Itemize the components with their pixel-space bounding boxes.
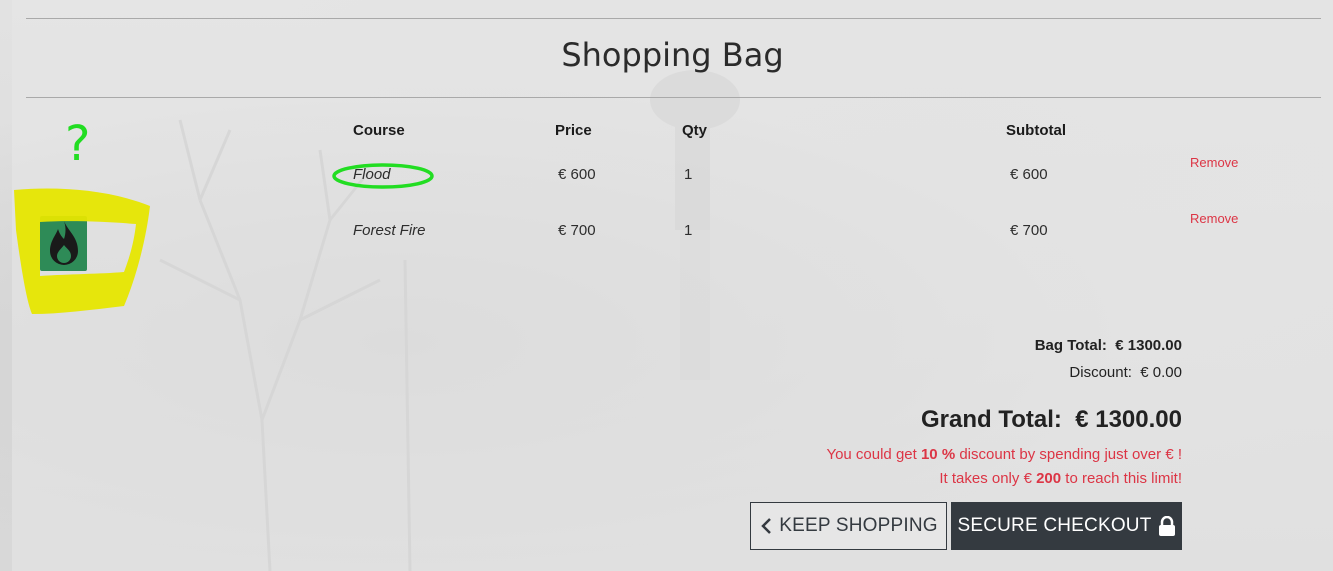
course-subtotal: € 600 xyxy=(1010,166,1048,183)
column-header-subtotal: Subtotal xyxy=(1006,122,1066,139)
secure-checkout-button[interactable]: Secure Checkout xyxy=(951,502,1182,550)
remove-flood-link[interactable]: Remove xyxy=(1190,155,1238,170)
page-title: Shopping Bag xyxy=(561,36,784,74)
course-price: € 600 xyxy=(558,166,596,183)
bag-total-label: Bag Total: xyxy=(1034,337,1107,354)
grand-total-label: Grand Total: xyxy=(920,406,1062,433)
course-price: € 700 xyxy=(558,222,596,239)
discount-value: € 0.00 xyxy=(1140,364,1182,381)
grand-total-value: € 1300.00 xyxy=(1075,406,1182,433)
discount-msg-prefix: You could get xyxy=(826,446,917,463)
discount-message: You could get 10 % discount by spending … xyxy=(826,446,1182,463)
course-name-forest-fire[interactable]: Forest Fire xyxy=(353,222,426,239)
chevron-left-icon xyxy=(761,518,772,534)
discount-msg-end: ! xyxy=(1177,446,1182,463)
grand-total-row: Grand Total: € 1300.00 xyxy=(921,406,1182,434)
course-thumbnail[interactable] xyxy=(40,216,87,271)
bag-total-value: € 1300.00 xyxy=(1115,337,1182,354)
shopping-bag-panel: Shopping Bag Course Price Qty Subtotal F… xyxy=(12,0,1333,571)
course-qty: 1 xyxy=(684,166,693,183)
lock-icon xyxy=(1158,516,1175,536)
discount-msg-currency: € xyxy=(1165,446,1174,463)
remove-forest-fire-link[interactable]: Remove xyxy=(1190,211,1238,226)
bag-total-row: Bag Total: € 1300.00 xyxy=(1035,337,1182,354)
limit-currency: € xyxy=(1023,470,1032,487)
discount-msg-mid: discount by spending just over xyxy=(959,446,1162,463)
column-header-course: Course xyxy=(353,122,405,139)
limit-amount: 200 xyxy=(1036,470,1062,487)
limit-suffix: to reach this limit! xyxy=(1065,470,1182,487)
course-qty: 1 xyxy=(684,222,693,239)
discount-row: Discount: € 0.00 xyxy=(1069,364,1182,381)
keep-shopping-button[interactable]: Keep Shopping xyxy=(750,502,947,550)
limit-prefix: It takes only xyxy=(939,470,1020,487)
top-divider xyxy=(26,18,1321,19)
column-header-price: Price xyxy=(555,122,592,139)
column-header-qty: Qty xyxy=(682,122,708,139)
limit-message: It takes only € 200 to reach this limit! xyxy=(939,470,1182,487)
title-divider xyxy=(26,97,1321,98)
flame-icon xyxy=(49,220,78,265)
course-name-flood[interactable]: Flood xyxy=(353,166,391,183)
discount-percent: 10 % xyxy=(920,446,956,463)
secure-checkout-label: Secure Checkout xyxy=(957,515,1152,536)
course-subtotal: € 700 xyxy=(1010,222,1048,239)
discount-label: Discount: xyxy=(1069,364,1132,381)
keep-shopping-label: Keep Shopping xyxy=(779,515,938,536)
